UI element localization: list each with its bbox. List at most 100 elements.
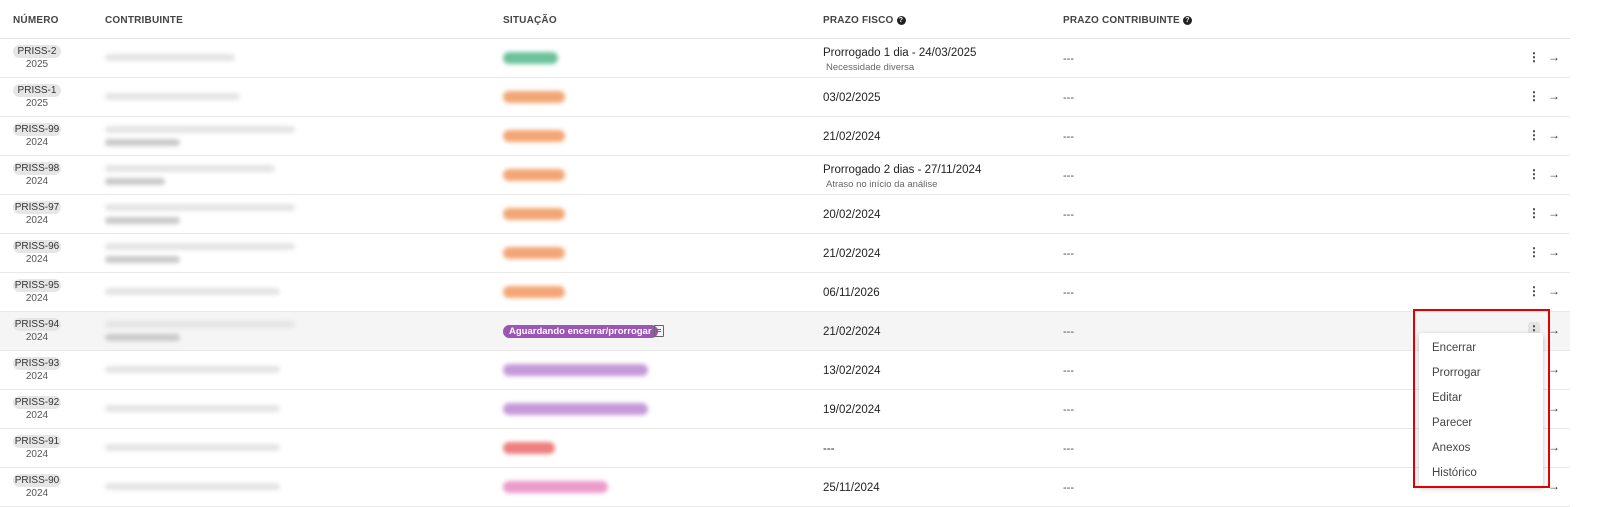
request-number-badge: PRISS-1: [13, 84, 61, 97]
request-year: 2024: [25, 488, 49, 499]
status-badge-redacted: [503, 364, 648, 376]
contribuinte-redacted: [105, 444, 280, 451]
prazo-contribuinte: ---: [1063, 326, 1074, 338]
request-year: 2024: [25, 371, 49, 382]
prazo-contribuinte: ---: [1063, 482, 1074, 494]
table-body: PRISS-2 2025 Prorrogado 1 dia - 24/03/2025…: [0, 39, 1570, 507]
status-badge-redacted: [503, 169, 565, 181]
table-row[interactable]: PRISS-94 2024 Aguardando encerrar/prorroga…: [0, 312, 1570, 351]
prazo-fisco: 20/02/2024: [823, 209, 881, 221]
contribuinte-redacted: [105, 93, 240, 100]
request-number-badge: PRISS-98: [13, 162, 61, 175]
request-year: 2024: [25, 215, 49, 226]
table-row[interactable]: PRISS-91 2024 --- --- →: [0, 429, 1570, 468]
contribuinte-redacted: [105, 139, 180, 146]
table-row[interactable]: PRISS-96 2024 21/02/2024 --- ⋮ →: [0, 234, 1570, 273]
header-numero[interactable]: NÚMERO: [13, 15, 59, 26]
status-badge-redacted: [503, 130, 565, 142]
kebab-menu-icon[interactable]: ⋮: [1528, 49, 1540, 65]
status-badge-redacted: [503, 286, 565, 298]
prazo-contribuinte: ---: [1063, 287, 1074, 299]
header-prazo-fisco[interactable]: PRAZO FISCO ?: [823, 15, 906, 26]
table-row[interactable]: PRISS-92 2024 19/02/2024 --- →: [0, 390, 1570, 429]
table-row[interactable]: PRISS-99 2024 21/02/2024 --- ⋮ →: [0, 117, 1570, 156]
contribuinte-redacted: [105, 334, 180, 341]
request-year: 2024: [25, 176, 49, 187]
kebab-menu-icon[interactable]: ⋮: [1528, 283, 1540, 299]
contribuinte-redacted: [105, 204, 295, 211]
kebab-menu-icon[interactable]: ⋮: [1528, 88, 1540, 104]
arrow-right-icon[interactable]: →: [1548, 244, 1560, 260]
prazo-fisco: 21/02/2024: [823, 326, 881, 338]
table-row[interactable]: PRISS-90 2024 25/11/2024 --- →: [0, 468, 1570, 507]
help-icon[interactable]: ?: [896, 16, 906, 25]
arrow-right-icon[interactable]: →: [1548, 49, 1560, 65]
contribuinte-redacted: [105, 288, 280, 295]
prazo-fisco: 19/02/2024: [823, 404, 881, 416]
prazo-contribuinte: ---: [1063, 248, 1074, 260]
status-badge-redacted: [503, 481, 608, 493]
arrow-right-icon[interactable]: →: [1548, 127, 1560, 143]
request-year: 2024: [25, 449, 49, 460]
table-row[interactable]: PRISS-95 2024 06/11/2026 --- ⋮ →: [0, 273, 1570, 312]
table-row[interactable]: PRISS-1 2025 03/02/2025 --- ⋮ →: [0, 78, 1570, 117]
highlight-frame: [1413, 309, 1550, 488]
request-number-badge: PRISS-99: [13, 123, 61, 136]
status-badge-redacted: [503, 52, 558, 64]
header-situacao[interactable]: SITUAÇÃO: [503, 15, 557, 26]
request-number-badge: PRISS-93: [13, 357, 61, 370]
table-row[interactable]: PRISS-2 2025 Prorrogado 1 dia - 24/03/2025…: [0, 39, 1570, 78]
contribuinte-redacted: [105, 54, 235, 61]
request-number-badge: PRISS-92: [13, 396, 61, 409]
prazo-contribuinte: ---: [1063, 404, 1074, 416]
request-year: 2024: [25, 254, 49, 265]
contribuinte-redacted: [105, 483, 280, 490]
prazo-contribuinte: ---: [1063, 170, 1074, 182]
table-header: NÚMERO CONTRIBUINTE SITUAÇÃO PRAZO FISCO…: [0, 0, 1570, 39]
status-badge-redacted: [503, 403, 648, 415]
request-number-badge: PRISS-90: [13, 474, 61, 487]
header-prazo-contribuinte[interactable]: PRAZO CONTRIBUINTE ?: [1063, 15, 1192, 26]
prazo-fisco: 03/02/2025: [823, 92, 881, 104]
prazo-fisco-reason: Necessidade diversa: [826, 62, 915, 73]
help-icon[interactable]: ?: [1182, 16, 1192, 25]
prazo-contribuinte: ---: [1063, 53, 1074, 65]
requests-table: NÚMERO CONTRIBUINTE SITUAÇÃO PRAZO FISCO…: [0, 0, 1570, 507]
arrow-right-icon[interactable]: →: [1548, 283, 1560, 299]
kebab-menu-icon[interactable]: ⋮: [1528, 244, 1540, 260]
prazo-fisco-reason: Atraso no início da análise: [826, 179, 938, 190]
request-number-badge: PRISS-91: [13, 435, 61, 448]
kebab-menu-icon[interactable]: ⋮: [1528, 205, 1540, 221]
prazo-contribuinte: ---: [1063, 131, 1074, 143]
arrow-right-icon[interactable]: →: [1548, 166, 1560, 182]
document-icon[interactable]: [654, 325, 664, 337]
table-row[interactable]: PRISS-98 2024 Prorrogado 2 dias - 27/11/20…: [0, 156, 1570, 195]
request-year: 2024: [25, 137, 49, 148]
request-year: 2024: [25, 332, 49, 343]
contribuinte-redacted: [105, 178, 165, 185]
contribuinte-redacted: [105, 126, 295, 133]
prazo-fisco: Prorrogado 2 dias - 27/11/2024: [823, 164, 982, 176]
contribuinte-redacted: [105, 217, 180, 224]
status-badge-redacted: [503, 247, 565, 259]
prazo-fisco: 21/02/2024: [823, 131, 881, 143]
arrow-right-icon[interactable]: →: [1548, 88, 1560, 104]
header-contribuinte[interactable]: CONTRIBUINTE: [105, 15, 183, 26]
table-row[interactable]: PRISS-97 2024 20/02/2024 --- ⋮ →: [0, 195, 1570, 234]
status-badge-redacted: [503, 442, 555, 454]
table-row[interactable]: PRISS-93 2024 13/02/2024 --- →: [0, 351, 1570, 390]
status-badge-redacted: [503, 208, 565, 220]
request-year: 2024: [25, 293, 49, 304]
contribuinte-redacted: [105, 165, 275, 172]
prazo-fisco: Prorrogado 1 dia - 24/03/2025: [823, 47, 977, 59]
kebab-menu-icon[interactable]: ⋮: [1528, 127, 1540, 143]
prazo-contribuinte: ---: [1063, 443, 1074, 455]
contribuinte-redacted: [105, 405, 280, 412]
request-year: 2024: [25, 410, 49, 421]
kebab-menu-icon[interactable]: ⋮: [1528, 166, 1540, 182]
request-number-badge: PRISS-95: [13, 279, 61, 292]
arrow-right-icon[interactable]: →: [1548, 205, 1560, 221]
contribuinte-redacted: [105, 366, 280, 373]
status-badge-redacted: [503, 91, 565, 103]
request-year: 2025: [25, 59, 49, 70]
